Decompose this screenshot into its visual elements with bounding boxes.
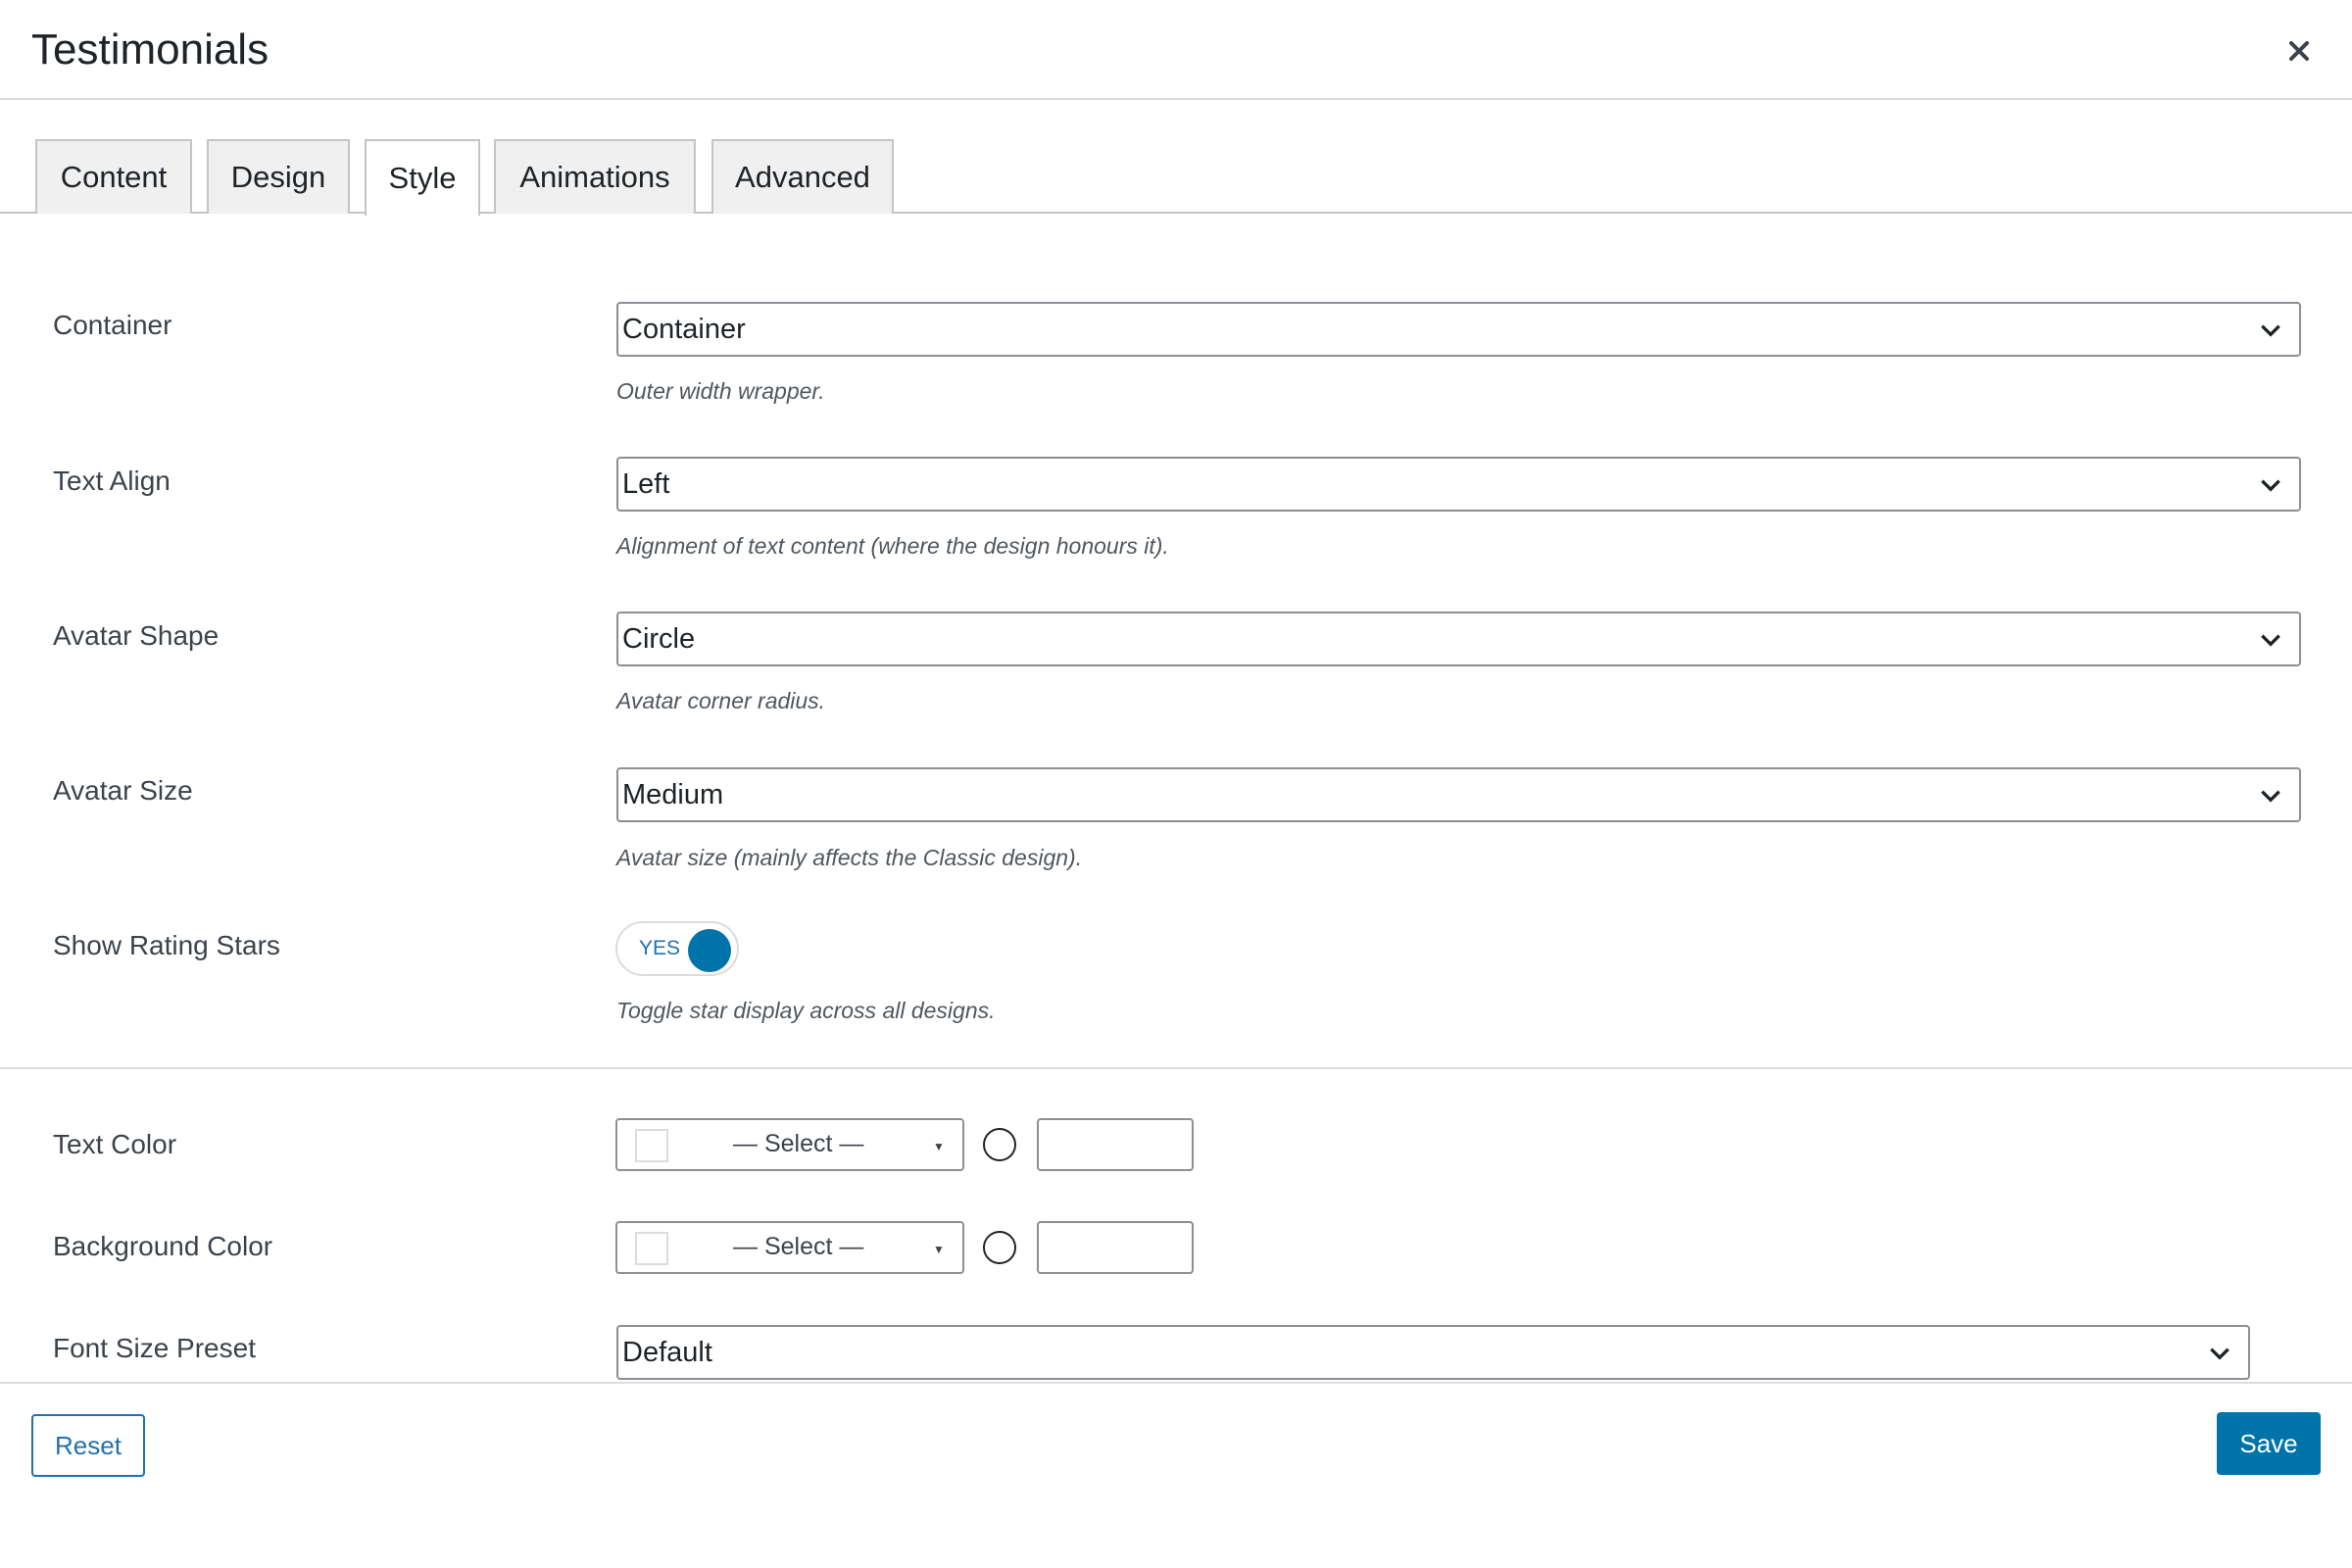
text-align-label: Text Align: [53, 466, 171, 496]
color-swatch: [635, 1232, 668, 1265]
tab-design[interactable]: Design: [207, 139, 350, 214]
container-label: Container: [53, 310, 172, 340]
testimonials-modal: Testimonials Content Design Style Animat…: [0, 0, 2352, 1568]
avatar-size-select[interactable]: Medium: [616, 767, 2301, 822]
show-rating-stars-toggle[interactable]: YES: [615, 921, 739, 976]
text-color-radio[interactable]: [983, 1128, 1016, 1161]
background-color-label: Background Color: [53, 1231, 273, 1261]
section-divider: [0, 1067, 2352, 1069]
show-rating-stars-label: Show Rating Stars: [53, 930, 280, 960]
background-color-select[interactable]: — Select — ▼: [615, 1221, 964, 1274]
toggle-state-label: YES: [639, 937, 681, 959]
toggle-knob: [688, 929, 731, 972]
show-rating-stars-description: Toggle star display across all designs.: [616, 998, 996, 1023]
save-button[interactable]: Save: [2217, 1412, 2321, 1475]
tab-style[interactable]: Style: [365, 139, 480, 216]
avatar-shape-label: Avatar Shape: [53, 620, 220, 651]
container-select[interactable]: Container: [616, 302, 2301, 357]
text-color-label: Text Color: [53, 1129, 177, 1159]
tab-bar: Content Design Style Animations Advanced: [0, 100, 2352, 216]
avatar-shape-description: Avatar corner radius.: [616, 688, 826, 713]
chevron-down-icon: [2261, 479, 2280, 492]
modal-footer: Reset Save: [0, 1382, 2352, 1568]
text-align-select-value: Left: [622, 467, 670, 500]
text-color-select[interactable]: — Select — ▼: [615, 1118, 964, 1171]
text-color-hex-input[interactable]: [1037, 1118, 1194, 1171]
avatar-shape-select-value: Circle: [622, 622, 696, 655]
text-align-description: Alignment of text content (where the des…: [616, 533, 1169, 559]
reset-button[interactable]: Reset: [31, 1414, 145, 1477]
chevron-down-icon: [2261, 324, 2280, 337]
chevron-down-icon: [2261, 790, 2280, 803]
text-color-select-value: — Select —: [733, 1130, 864, 1157]
close-button[interactable]: [2281, 33, 2317, 69]
close-icon: [2289, 41, 2309, 61]
dropdown-triangle-icon: ▼: [933, 1243, 945, 1256]
font-size-preset-select[interactable]: Default: [616, 1325, 2250, 1380]
container-select-value: Container: [622, 313, 746, 345]
avatar-shape-select[interactable]: Circle: [616, 612, 2301, 666]
tab-content[interactable]: Content: [35, 139, 192, 214]
modal-header: Testimonials: [0, 0, 2352, 100]
color-swatch: [635, 1129, 668, 1162]
modal-title: Testimonials: [31, 25, 270, 74]
avatar-size-description: Avatar size (mainly affects the Classic …: [616, 845, 1083, 870]
chevron-down-icon: [2210, 1348, 2230, 1360]
avatar-size-select-value: Medium: [622, 778, 724, 810]
text-align-select[interactable]: Left: [616, 457, 2301, 512]
container-description: Outer width wrapper.: [616, 378, 825, 404]
tab-advanced[interactable]: Advanced: [711, 139, 894, 214]
avatar-size-label: Avatar Size: [53, 775, 193, 806]
background-color-select-value: — Select —: [733, 1233, 864, 1260]
dropdown-triangle-icon: ▼: [933, 1140, 945, 1153]
chevron-down-icon: [2261, 634, 2280, 647]
tab-animations[interactable]: Animations: [494, 139, 696, 214]
background-color-hex-input[interactable]: [1037, 1221, 1194, 1274]
font-size-preset-select-value: Default: [622, 1336, 712, 1368]
background-color-radio[interactable]: [983, 1231, 1016, 1264]
font-size-preset-label: Font Size Preset: [53, 1333, 256, 1363]
